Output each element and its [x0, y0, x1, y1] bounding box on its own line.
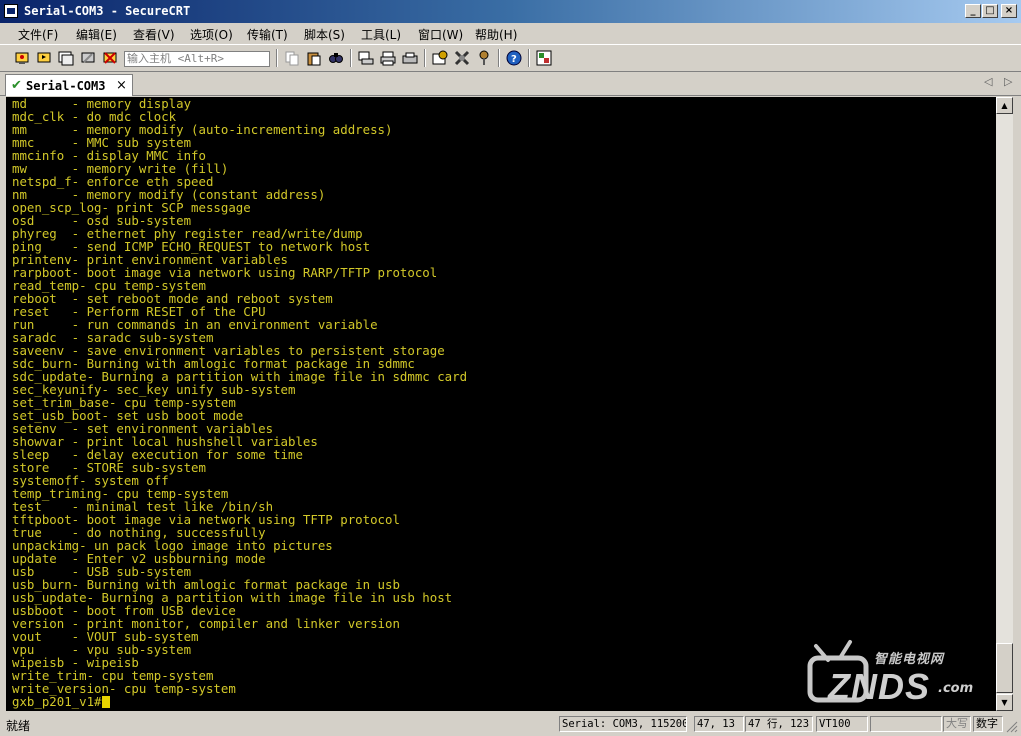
find-icon[interactable]: [328, 50, 344, 66]
status-caps-lock: 大写: [943, 716, 971, 732]
toolbar-separator: [498, 49, 500, 67]
toolbar: 输入主机 <Alt+R> ?: [0, 44, 1021, 72]
connect-icon[interactable]: [14, 50, 30, 66]
menu-script[interactable]: 脚本(S): [304, 26, 345, 43]
maximize-button[interactable]: □: [982, 4, 998, 18]
menu-transfer[interactable]: 传输(T): [247, 26, 288, 43]
disconnect-icon[interactable]: [102, 50, 118, 66]
svg-text:?: ?: [511, 54, 517, 65]
quick-connect-icon[interactable]: [36, 50, 52, 66]
scroll-up-button[interactable]: ▲: [996, 97, 1013, 114]
session-options-icon[interactable]: [432, 50, 448, 66]
print-setup-icon[interactable]: [402, 50, 418, 66]
menu-bar: 文件(F) 编辑(E) 查看(V) 选项(O) 传输(T) 脚本(S) 工具(L…: [0, 23, 1021, 43]
terminal-cursor: [101, 696, 110, 708]
terminal-area[interactable]: md - memory display mdc_clk - do mdc cloc…: [6, 97, 996, 711]
resize-grip-icon[interactable]: [1006, 721, 1018, 733]
watermark-cn-text: 智能电视网: [874, 652, 945, 667]
watermark-com-text: .com: [938, 681, 974, 696]
keymap-icon[interactable]: [476, 50, 492, 66]
znds-watermark: 智能电视网 ZNDS .com: [806, 630, 996, 708]
paste-icon[interactable]: [306, 50, 322, 66]
print-icon[interactable]: [380, 50, 396, 66]
status-terminal-type: VT100: [816, 716, 868, 732]
menu-help[interactable]: 帮助(H): [475, 26, 517, 43]
close-button[interactable]: ×: [1001, 4, 1017, 18]
vertical-scrollbar[interactable]: ▲ ▼: [996, 97, 1013, 711]
menu-tools[interactable]: 工具(L): [361, 26, 401, 43]
menu-window[interactable]: 窗口(W): [418, 26, 463, 43]
help-icon[interactable]: ?: [506, 50, 522, 66]
scroll-down-button[interactable]: ▼: [996, 694, 1013, 711]
status-bar: 就绪 Serial: COM3, 115200 47, 13 47 行, 123…: [0, 713, 1021, 736]
menu-edit[interactable]: 编辑(E): [76, 26, 117, 43]
scrollbar-thumb[interactable]: [996, 643, 1013, 693]
toolbar-separator: [350, 49, 352, 67]
sftp-icon[interactable]: [536, 50, 552, 66]
session-tab-strip: ✔ Serial-COM3 × ◁ ▷: [0, 72, 1021, 96]
menu-view[interactable]: 查看(V): [133, 26, 175, 43]
terminal-prompt-line[interactable]: gxb_p201_v1#: [12, 695, 467, 708]
status-ready-text: 就绪: [6, 719, 31, 733]
window-title: Serial-COM3 - SecureCRT: [24, 4, 191, 18]
status-rows-cols: 47 行, 123 列: [745, 716, 813, 732]
title-bar[interactable]: Serial-COM3 - SecureCRT _ □ ×: [0, 0, 1021, 23]
connected-check-icon: ✔: [11, 78, 22, 93]
menu-options[interactable]: 选项(O): [190, 26, 233, 43]
toolbar-separator: [276, 49, 278, 67]
connect-in-tab-icon[interactable]: [58, 50, 74, 66]
tab-scroll-right-icon[interactable]: ▷: [1004, 75, 1012, 88]
toolbar-separator: [528, 49, 530, 67]
tab-serial-com3[interactable]: ✔ Serial-COM3 ×: [5, 74, 133, 96]
copy-icon[interactable]: [284, 50, 300, 66]
tab-close-icon[interactable]: ×: [116, 78, 127, 93]
global-options-icon[interactable]: [454, 50, 470, 66]
app-icon: [4, 4, 18, 18]
terminal-prompt: gxb_p201_v1#: [12, 694, 102, 709]
status-connection: Serial: COM3, 115200: [559, 716, 687, 732]
menu-file[interactable]: 文件(F): [18, 26, 58, 43]
print-screen-icon[interactable]: [358, 50, 374, 66]
quick-connect-input[interactable]: 输入主机 <Alt+R>: [124, 51, 270, 67]
tab-label: Serial-COM3: [26, 79, 106, 93]
securecrt-window: Serial-COM3 - SecureCRT _ □ × 文件(F) 编辑(E…: [0, 0, 1021, 736]
terminal-output: md - memory display mdc_clk - do mdc cloc…: [12, 97, 467, 708]
watermark-logo-text: ZNDS: [828, 666, 930, 707]
status-cursor-pos: 47, 13: [694, 716, 744, 732]
status-num-lock: 数字: [973, 716, 1003, 732]
toolbar-separator: [424, 49, 426, 67]
tab-scroll-left-icon[interactable]: ◁: [984, 75, 992, 88]
reconnect-icon[interactable]: [80, 50, 96, 66]
status-empty-cell: [870, 716, 942, 732]
minimize-button[interactable]: _: [965, 4, 981, 18]
